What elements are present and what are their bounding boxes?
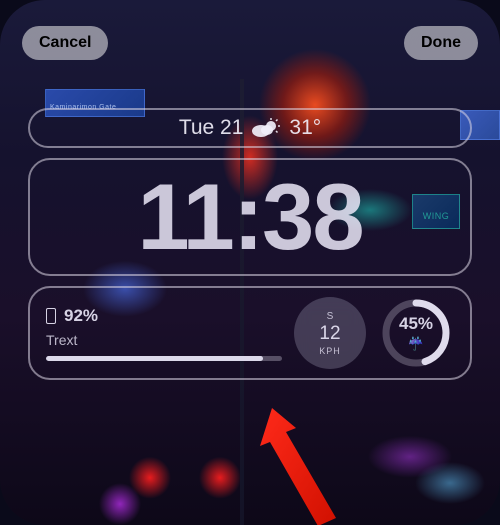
battery-device-label: Trext xyxy=(46,332,282,348)
wind-widget[interactable]: S 12 KPH xyxy=(294,297,366,369)
wind-unit-label: KPH xyxy=(319,346,341,356)
battery-percent-label: 92% xyxy=(64,306,98,326)
cancel-button[interactable]: Cancel xyxy=(22,26,108,60)
lock-screen-widget-area: Tue 21 31° 11:38 xyxy=(28,108,472,390)
clock-widget-slot[interactable]: 11:38 xyxy=(28,158,472,276)
temperature-label: 31° xyxy=(289,116,321,140)
battery-progress-bar xyxy=(46,356,282,361)
precipitation-widget[interactable]: 45% ☔ xyxy=(378,295,454,371)
done-button[interactable]: Done xyxy=(404,26,478,60)
precipitation-ring-icon xyxy=(380,297,452,369)
date-weather-widget-slot[interactable]: Tue 21 31° xyxy=(28,108,472,148)
weather-partly-cloudy-icon xyxy=(251,118,281,138)
phone-device-icon xyxy=(46,308,56,324)
phone-frame: Kaminarimon Gate WING Cancel Done Tue 21 xyxy=(0,0,500,525)
wind-speed-label: 12 xyxy=(319,323,340,345)
top-button-row: Cancel Done xyxy=(0,26,500,60)
battery-widget[interactable]: 92% Trext xyxy=(46,306,282,361)
clock-time: 11:38 xyxy=(137,170,362,264)
wind-direction-label: S xyxy=(327,311,334,322)
bottom-widget-slot[interactable]: 92% Trext S 12 KPH 45% ☔ xyxy=(28,286,472,380)
umbrella-rain-icon: ☔ xyxy=(408,336,424,352)
date-label: Tue 21 xyxy=(179,116,244,140)
battery-progress-fill xyxy=(46,356,263,361)
